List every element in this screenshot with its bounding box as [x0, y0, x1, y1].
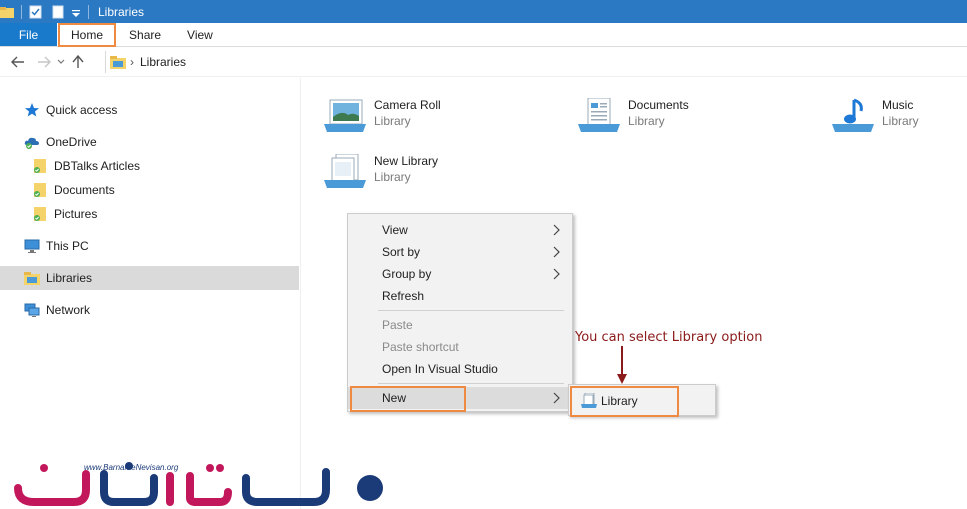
folder-icon	[32, 158, 48, 174]
sidebar-item-label: DBTalks Articles	[54, 159, 141, 173]
highlight-new-menu-item	[350, 386, 466, 412]
menu-item-label: Refresh	[382, 289, 425, 303]
library-name: New Library	[374, 154, 439, 168]
watermark-url: www.BarnameNevisan.org	[84, 463, 179, 472]
folder-icon[interactable]	[0, 5, 14, 19]
sidebar-item-this-pc[interactable]: This PC	[24, 234, 89, 258]
sidebar-item-documents[interactable]: Documents	[32, 178, 115, 202]
menu-item-label: Paste	[382, 318, 413, 332]
breadcrumb-libraries[interactable]: Libraries	[140, 55, 186, 69]
library-type: Library	[628, 114, 665, 128]
new-folder-icon[interactable]	[51, 5, 65, 19]
music-library-icon	[830, 98, 876, 138]
sidebar-item-libraries[interactable]: Libraries	[0, 266, 299, 290]
window-title: Libraries	[98, 4, 145, 19]
recent-locations-chevron-icon[interactable]	[55, 51, 67, 73]
menu-separator	[378, 383, 564, 384]
sidebar-item-label: Documents	[54, 183, 115, 197]
watermark-logo: www.BarnameNevisan.org	[14, 458, 386, 509]
star-icon	[24, 102, 40, 118]
library-tile-new-library[interactable]: New Library Library	[322, 153, 439, 194]
documents-library-icon	[576, 97, 622, 138]
menu-item-view[interactable]: View	[348, 219, 572, 241]
monitor-icon	[24, 238, 40, 254]
annotation-text: You can select Library option	[575, 330, 763, 345]
tab-home[interactable]: Home	[58, 23, 117, 47]
library-name: Music	[882, 98, 914, 112]
chevron-right-icon	[553, 224, 560, 236]
library-name: Documents	[628, 98, 689, 112]
menu-item-label: Paste shortcut	[382, 340, 459, 354]
library-tile-camera-roll[interactable]: Camera Roll Library	[322, 98, 441, 138]
menu-item-sort-by[interactable]: Sort by	[348, 241, 572, 263]
sidebar-item-label: This PC	[46, 239, 89, 253]
context-menu: View Sort by Group by Refresh Paste Past…	[347, 213, 573, 412]
cloud-icon	[24, 134, 40, 150]
tab-view[interactable]: View	[174, 23, 226, 46]
highlight-library-menu-item	[570, 386, 679, 417]
menu-item-paste[interactable]: Paste	[348, 314, 572, 336]
menu-item-group-by[interactable]: Group by	[348, 263, 572, 285]
sidebar-item-dbtalks-articles[interactable]: DBTalks Articles	[32, 154, 140, 178]
menu-item-open-in-visual-studio[interactable]: Open In Visual Studio	[348, 358, 572, 380]
library-tile-documents[interactable]: Documents Library	[576, 97, 689, 138]
navigation-bar: › Libraries	[0, 48, 967, 77]
up-arrow-icon[interactable]	[67, 51, 89, 73]
sidebar-item-quick-access[interactable]: Quick access	[24, 98, 117, 122]
library-type: Library	[374, 114, 411, 128]
navigation-pane: Quick access OneDrive DBTalks Articles D…	[0, 78, 301, 509]
back-arrow-icon[interactable]	[7, 51, 29, 73]
tab-share[interactable]: Share	[116, 23, 174, 46]
library-icon	[24, 270, 40, 286]
sidebar-item-onedrive[interactable]: OneDrive	[24, 130, 97, 154]
forward-arrow-icon[interactable]	[33, 51, 55, 73]
sidebar-item-label: Quick access	[46, 103, 118, 117]
ribbon-tabs: File Home Share View	[0, 23, 967, 47]
menu-item-label: Open In Visual Studio	[382, 362, 498, 376]
library-type: Library	[882, 114, 919, 128]
library-name: Camera Roll	[374, 98, 441, 112]
watermark-graphic	[14, 462, 383, 506]
library-icon	[110, 54, 126, 70]
tab-file[interactable]: File	[0, 23, 57, 46]
chevron-right-icon	[553, 392, 560, 404]
generic-library-icon	[322, 153, 368, 194]
menu-item-label: View	[382, 223, 408, 237]
annotation-arrow-icon	[617, 346, 627, 384]
breadcrumb-chevron-icon[interactable]: ›	[130, 55, 134, 69]
chevron-right-icon	[553, 246, 560, 258]
menu-separator	[378, 310, 564, 311]
menu-item-paste-shortcut[interactable]: Paste shortcut	[348, 336, 572, 358]
title-bar: Libraries	[0, 0, 967, 23]
camera-roll-library-icon	[322, 98, 368, 138]
toolbar-separator	[88, 4, 89, 19]
menu-item-label: Group by	[382, 267, 432, 281]
library-type: Library	[374, 170, 411, 184]
sidebar-item-label: Network	[46, 303, 91, 317]
chevron-right-icon	[553, 268, 560, 280]
network-icon	[24, 302, 40, 318]
menu-item-refresh[interactable]: Refresh	[348, 285, 572, 307]
library-tile-music[interactable]: Music Library	[830, 98, 919, 138]
menu-item-label: Sort by	[382, 245, 421, 259]
folder-icon	[32, 182, 48, 198]
sidebar-item-label: Pictures	[54, 207, 98, 221]
sidebar-item-pictures[interactable]: Pictures	[32, 202, 97, 226]
sidebar-item-label: OneDrive	[46, 135, 97, 149]
sidebar-item-network[interactable]: Network	[24, 298, 90, 322]
customize-toolbar-icon[interactable]	[71, 5, 81, 19]
toolbar-separator	[21, 4, 22, 19]
folder-icon	[32, 206, 48, 222]
sidebar-item-label: Libraries	[46, 271, 93, 285]
properties-icon[interactable]	[29, 5, 43, 19]
address-bar[interactable]: › Libraries	[105, 51, 967, 73]
